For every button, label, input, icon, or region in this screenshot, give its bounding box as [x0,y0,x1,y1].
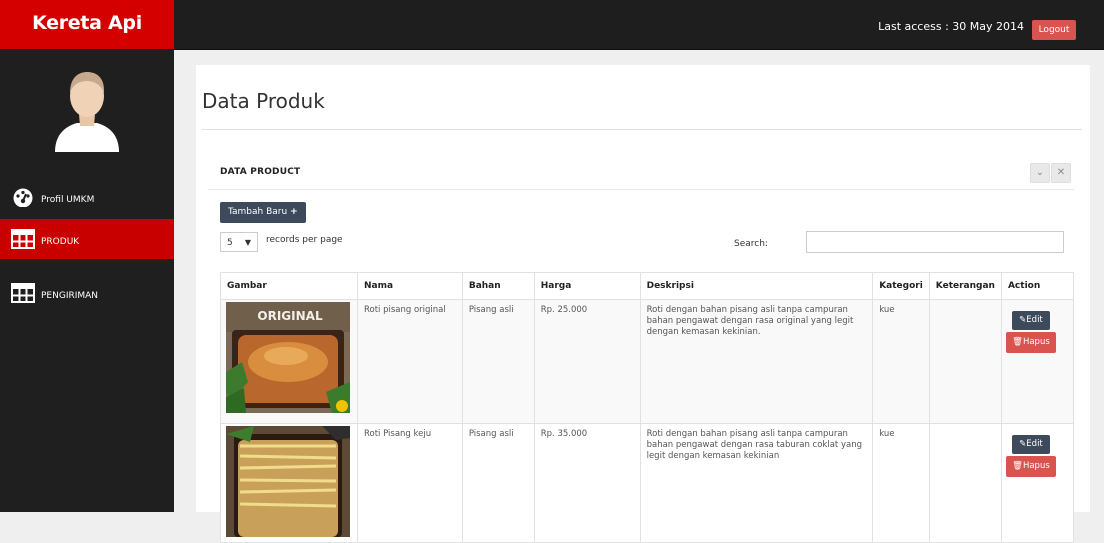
panel-title: DATA PRODUCT [220,167,301,177]
top-navbar: Kereta Api Last access : 30 May 2014 Log… [0,0,1104,50]
main-content: Data Produk DATA PRODUCT ⌄ ✕ Tambah Baru… [196,65,1090,543]
table-icon [11,229,35,249]
table-header-row: Gambar Nama Bahan Harga Deskripsi Katego… [220,272,1075,300]
sidebar-item-profil-umkm[interactable]: Profil UMKM [0,177,174,217]
column-header-nama[interactable]: Nama [356,272,463,300]
delete-button[interactable]: 🗑Hapus [1005,332,1056,353]
cell-gambar [220,423,358,543]
cell-keterangan [928,299,1002,424]
cell-nama: Roti pisang original [356,299,463,424]
column-header-kategori[interactable]: Kategori [872,272,930,300]
sidebar-item-produk[interactable]: PRODUK [0,219,174,259]
title-divider [202,129,1082,130]
collapse-button[interactable]: ⌄ [1030,163,1050,183]
edit-label: Edit [1026,439,1043,449]
table-row: ORIGINAL Roti pisang original Pisang asl… [220,299,1075,424]
edit-button[interactable]: ✎Edit [1011,311,1050,330]
sidebar-item-label: Profil UMKM [41,195,95,205]
records-per-page-value: 5 [227,238,233,248]
edit-label: Edit [1026,315,1043,325]
brand-logo[interactable]: Kereta Api [0,0,174,49]
column-header-harga[interactable]: Harga [533,272,641,300]
column-header-keterangan[interactable]: Keterangan [928,272,1002,300]
table-row: Roti Pisang keju Pisang asli Rp. 35.000 … [220,423,1075,543]
product-image: ORIGINAL [226,302,350,413]
column-header-bahan[interactable]: Bahan [461,272,535,300]
trash-icon: 🗑 [1012,461,1023,471]
cell-deskripsi: Roti dengan bahan pisang asli tanpa camp… [639,423,874,543]
cell-harga: Rp. 25.000 [533,299,641,424]
product-image [226,426,350,537]
panel-header: DATA PRODUCT ⌄ ✕ [208,151,1074,190]
column-header-gambar[interactable]: Gambar [220,272,358,300]
search-input[interactable] [806,231,1064,253]
brand-title: Kereta Api [32,12,142,34]
delete-label: Hapus [1022,337,1050,347]
cell-keterangan [928,423,1002,543]
search-label: Search: [734,239,768,249]
product-table: Gambar Nama Bahan Harga Deskripsi Katego… [220,272,1075,543]
column-header-action: Action [1000,272,1075,300]
chevron-down-icon: ⌄ [1035,167,1045,178]
sidebar-item-label: PRODUK [41,237,80,247]
data-product-panel: DATA PRODUCT ⌄ ✕ Tambah Baru + 5 ▼ recor… [208,151,1075,543]
close-button[interactable]: ✕ [1051,163,1071,183]
cell-action: ✎Edit 🗑Hapus [1000,423,1075,543]
trash-icon: 🗑 [1012,337,1023,347]
dashboard-icon [13,188,33,207]
plus-icon: + [290,207,298,217]
column-header-deskripsi[interactable]: Deskripsi [639,272,874,300]
cell-deskripsi: Roti dengan bahan pisang asli tanpa camp… [639,299,874,424]
edit-button[interactable]: ✎Edit [1011,435,1050,454]
sidebar-item-label: PENGIRIMAN [41,291,99,301]
user-avatar [55,72,119,152]
close-icon: ✕ [1056,167,1066,178]
table-icon [11,283,35,303]
sidebar: Profil UMKM PRODUK PENGIRIMAN [0,50,174,512]
records-per-page-label: records per page [266,235,343,245]
last-access-text: Last access : 30 May 2014 [878,20,1024,33]
cell-bahan: Pisang asli [461,299,535,424]
caret-down-icon: ▼ [244,238,251,247]
logout-button[interactable]: Logout [1032,20,1076,40]
delete-button[interactable]: 🗑Hapus [1005,456,1056,477]
cell-action: ✎Edit 🗑Hapus [1000,299,1075,424]
records-per-page-select[interactable]: 5 ▼ [220,232,258,252]
page-title: Data Produk [202,89,325,113]
cell-kategori: kue [872,423,930,543]
product-image-caption: ORIGINAL [257,309,323,323]
delete-label: Hapus [1022,461,1050,471]
cell-kategori: kue [872,299,930,424]
add-new-label: Tambah Baru [228,207,288,217]
cell-gambar: ORIGINAL [220,299,358,424]
cell-harga: Rp. 35.000 [533,423,641,543]
sidebar-item-pengiriman[interactable]: PENGIRIMAN [0,273,174,313]
cell-bahan: Pisang asli [461,423,535,543]
add-new-button[interactable]: Tambah Baru + [220,202,306,223]
cell-nama: Roti Pisang keju [356,423,463,543]
